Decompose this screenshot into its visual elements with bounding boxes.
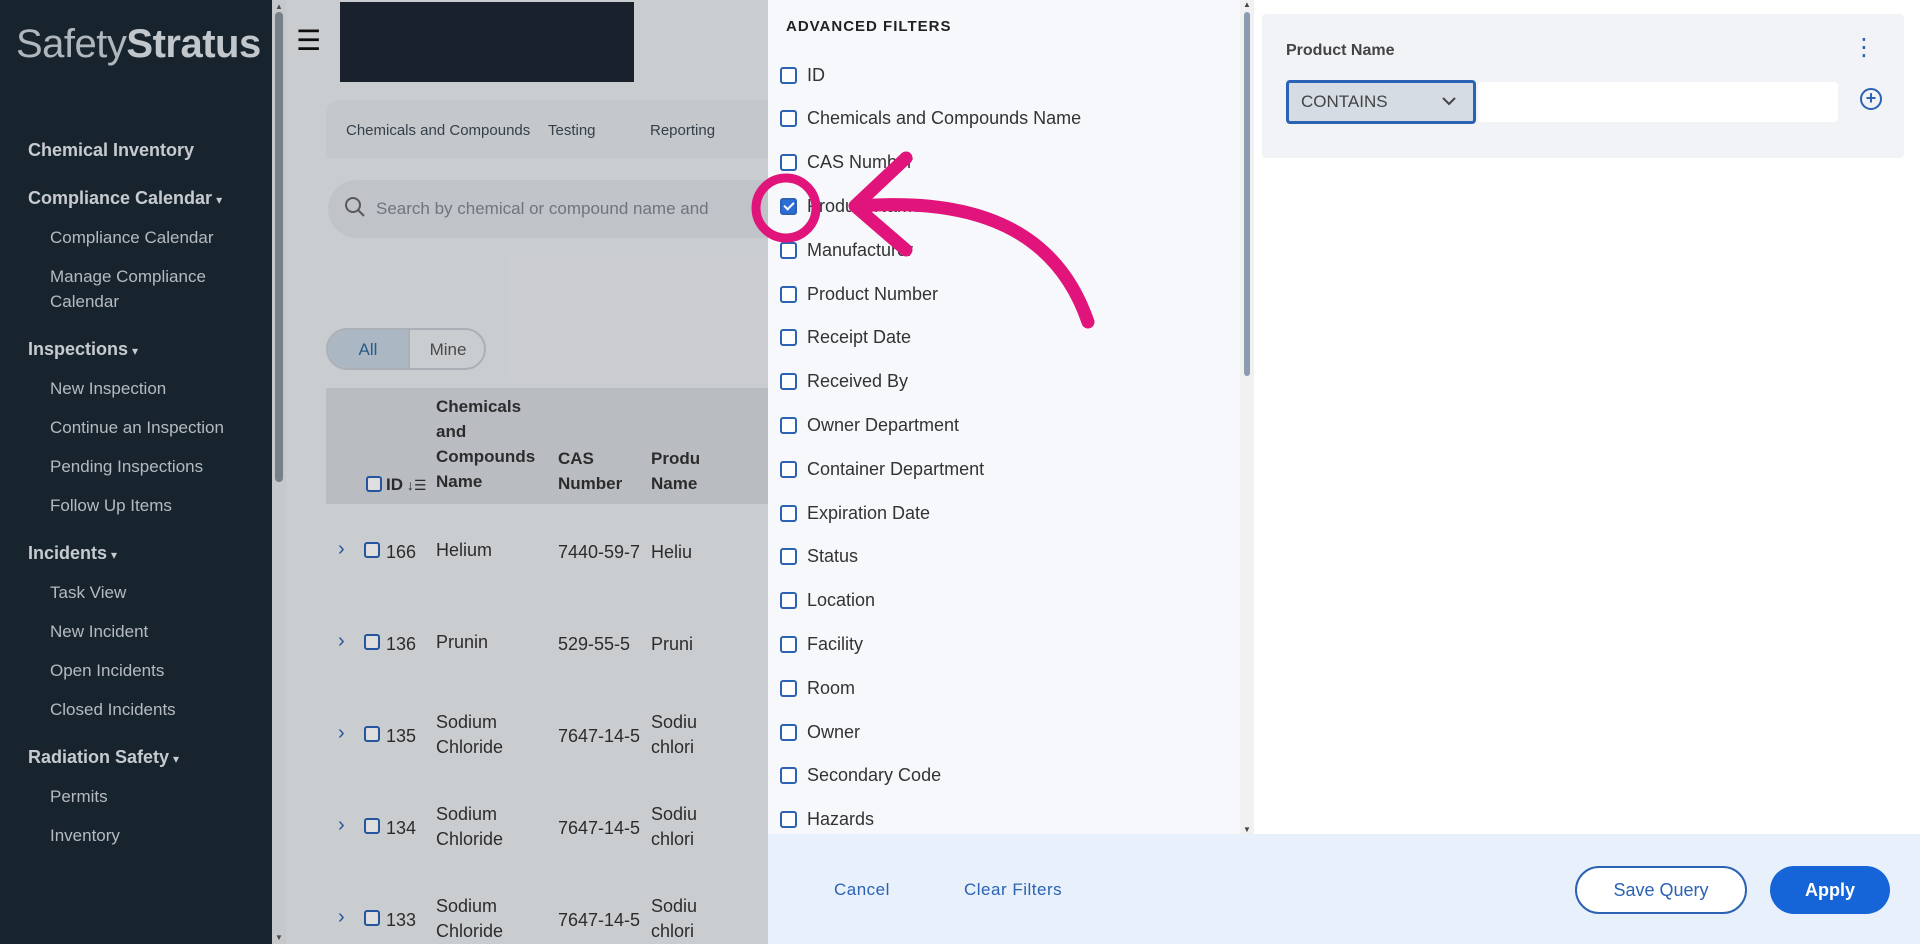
filter-option-label: Facility [807, 633, 864, 654]
filter-checkbox[interactable] [780, 329, 797, 347]
filter-option-label: CAS Number [807, 152, 914, 173]
query-builder-row: Product Name ⋮ CONTAINS + [1262, 14, 1904, 158]
filter-checkbox[interactable] [780, 66, 797, 84]
filter-option-label: Manufacturer [807, 239, 914, 260]
filter-option-label: Expiration Date [807, 502, 931, 523]
filter-option[interactable]: Facility [780, 629, 863, 659]
filter-option-label: Receipt Date [807, 327, 912, 348]
filter-option[interactable]: Owner [780, 717, 860, 747]
apply-button[interactable]: Apply [1770, 866, 1890, 914]
filter-option[interactable]: Product Number [780, 279, 938, 309]
drawer-footer: Cancel Clear Filters Save Query Apply [768, 834, 1920, 944]
query-field-label: Product Name [1286, 42, 1395, 59]
filter-list-panel: ADVANCED FILTERS ID Chemicals and Compoun… [768, 0, 1240, 834]
clear-filters-button[interactable]: Clear Filters [964, 880, 1062, 900]
filter-option[interactable]: Secondary Code [780, 761, 941, 791]
filter-option[interactable]: Owner Department [780, 410, 959, 440]
filter-option[interactable]: Container Department [780, 454, 984, 484]
operator-select[interactable]: CONTAINS [1286, 80, 1476, 124]
drawer-title: ADVANCED FILTERS [786, 18, 952, 35]
cancel-button[interactable]: Cancel [834, 880, 890, 900]
filter-checkbox[interactable] [780, 285, 797, 303]
filter-option-label: Room [807, 677, 856, 698]
filter-option[interactable]: Product Name [780, 191, 922, 221]
filter-checkbox[interactable] [780, 592, 797, 610]
filter-option-label: Secondary Code [807, 765, 942, 786]
filter-checkbox[interactable] [780, 154, 797, 172]
filter-option-label: Container Department [807, 458, 985, 479]
filter-checkbox[interactable] [780, 767, 797, 785]
filter-option-label: Status [807, 546, 859, 567]
filter-option-label: ID [807, 64, 825, 85]
filter-checkbox[interactable] [780, 373, 797, 391]
filter-option[interactable]: Chemicals and Compounds Name [780, 104, 1081, 134]
filter-checkbox[interactable] [780, 241, 797, 259]
scrollbar-thumb[interactable] [1244, 12, 1250, 376]
operator-value: CONTAINS [1301, 92, 1388, 111]
save-query-button[interactable]: Save Query [1575, 866, 1747, 914]
query-value-input[interactable] [1478, 82, 1838, 122]
filter-option-label: Location [807, 590, 876, 611]
scroll-up-icon[interactable]: ▲ [1243, 0, 1251, 9]
filter-checkbox[interactable] [780, 460, 797, 478]
filter-checkbox[interactable] [780, 811, 797, 829]
filter-checkbox[interactable] [780, 679, 797, 697]
filter-option[interactable]: Status [780, 542, 858, 572]
scroll-down-icon[interactable]: ▼ [1243, 825, 1251, 834]
filter-option-label: Owner Department [807, 414, 960, 435]
chevron-down-icon [1441, 83, 1457, 121]
filter-checkbox[interactable] [780, 548, 797, 566]
filter-option[interactable]: Location [780, 586, 875, 616]
filter-option-label: Product Number [807, 283, 939, 304]
filter-option-label: Chemicals and Compounds Name [807, 108, 1082, 129]
filter-option-label: Hazards [807, 809, 875, 830]
filter-checkbox[interactable] [780, 635, 797, 653]
filter-option-label: Product Name [807, 195, 923, 216]
add-condition-icon[interactable]: + [1860, 88, 1882, 110]
filter-option[interactable]: CAS Number [780, 148, 913, 178]
filter-option[interactable]: Expiration Date [780, 498, 930, 528]
advanced-filters-drawer: ADVANCED FILTERS ID Chemicals and Compoun… [768, 0, 1920, 944]
filter-checkbox[interactable] [780, 197, 797, 215]
filter-option-label: Received By [807, 371, 909, 392]
filter-option[interactable]: ID [780, 60, 825, 90]
filter-option[interactable]: Receipt Date [780, 323, 911, 353]
filter-option-label: Owner [807, 721, 861, 742]
filter-checkbox[interactable] [780, 416, 797, 434]
filter-option[interactable]: Received By [780, 367, 908, 397]
filter-option[interactable]: Manufacturer [780, 235, 913, 265]
filter-option[interactable]: Room [780, 673, 855, 703]
filter-checkbox[interactable] [780, 723, 797, 741]
more-options-icon[interactable]: ⋮ [1852, 36, 1876, 60]
filter-list-scrollbar[interactable]: ▲ ▼ [1240, 0, 1254, 834]
filter-checkbox[interactable] [780, 504, 797, 522]
filter-option[interactable]: Hazards [780, 805, 874, 835]
filter-checkbox[interactable] [780, 110, 797, 128]
